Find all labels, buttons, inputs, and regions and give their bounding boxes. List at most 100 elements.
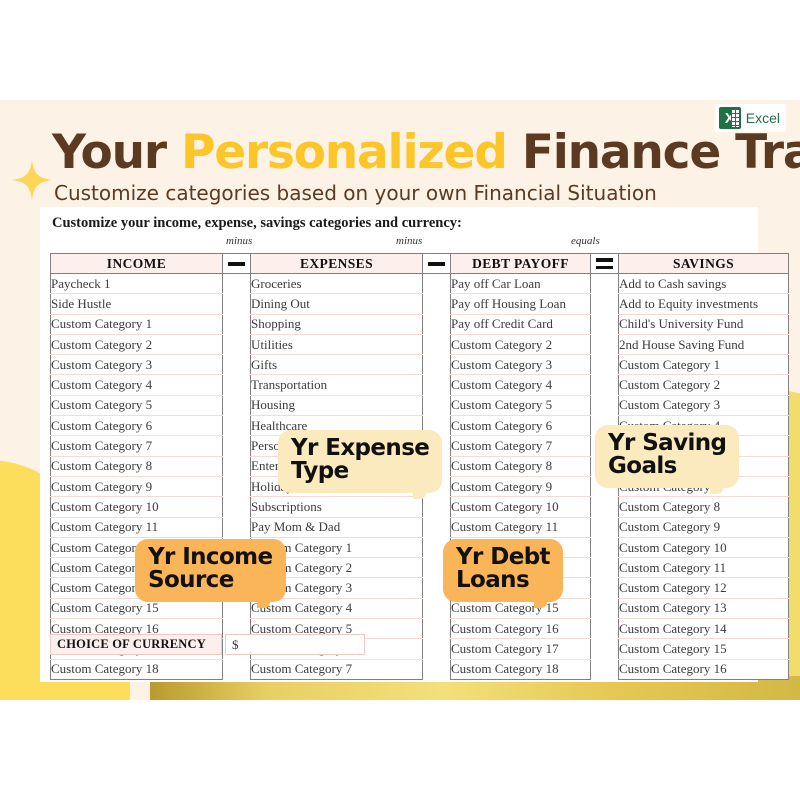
cell-savings[interactable]: Custom Category 9 — [618, 517, 789, 538]
cell-expenses[interactable]: Housing — [250, 395, 423, 417]
cell-debt_payoff[interactable]: Custom Category 7 — [450, 435, 591, 457]
cell-savings[interactable]: Add to Cash savings — [618, 273, 789, 295]
gutter-cell — [422, 395, 451, 416]
cell-income[interactable]: Custom Category 7 — [50, 435, 223, 457]
cell-expenses[interactable]: Gifts — [250, 354, 423, 376]
cell-savings[interactable]: Custom Category 13 — [618, 598, 789, 620]
gutter-cell — [590, 577, 619, 599]
cell-debt_payoff[interactable]: Custom Category 16 — [450, 618, 591, 640]
equals-icon — [596, 258, 613, 270]
table-row: Custom Category 1 Shopping Pay off Credit … — [50, 314, 789, 335]
gutter-cell — [590, 334, 619, 355]
table-row: Custom Category 18 Custom Category 7 Custo… — [50, 659, 789, 680]
annotation-line-1: Yr Saving — [608, 430, 727, 456]
cell-debt_payoff[interactable]: Custom Category 3 — [450, 354, 591, 376]
cell-debt_payoff[interactable]: Custom Category 6 — [450, 415, 591, 437]
cell-income[interactable]: Paycheck 1 — [50, 273, 223, 295]
annotation-line-1: Yr Debt — [456, 544, 551, 570]
cell-debt_payoff[interactable]: Custom Category 8 — [450, 456, 591, 477]
cell-debt_payoff[interactable]: Custom Category 17 — [450, 638, 591, 660]
gutter-cell — [590, 395, 619, 416]
cell-expenses[interactable]: Shopping — [250, 314, 423, 335]
title-highlight: Personalized — [181, 125, 508, 180]
gutter-cell — [222, 395, 251, 416]
cell-income[interactable]: Custom Category 5 — [50, 395, 223, 417]
excel-label: Excel — [745, 110, 780, 126]
gutter-cell — [590, 659, 619, 680]
gutter-cell — [422, 374, 451, 396]
cell-savings[interactable]: Custom Category 1 — [618, 354, 789, 376]
cell-savings[interactable]: Child's University Fund — [618, 314, 789, 335]
cell-income[interactable]: Custom Category 11 — [50, 517, 223, 538]
operator-label-minus-1: minus — [226, 235, 253, 247]
cell-debt_payoff[interactable]: Pay off Credit Card — [450, 314, 591, 335]
cell-income[interactable]: Custom Category 6 — [50, 415, 223, 437]
title-part-2: Finance Tracker — [521, 125, 800, 180]
cell-income[interactable]: Custom Category 2 — [50, 334, 223, 356]
cell-savings[interactable]: Custom Category 16 — [618, 659, 789, 680]
cell-income[interactable]: Custom Category 8 — [50, 456, 223, 477]
cell-expenses[interactable]: Pay Mom & Dad — [250, 517, 423, 538]
cell-debt_payoff[interactable]: Custom Category 2 — [450, 334, 591, 356]
cell-debt_payoff[interactable]: Custom Category 9 — [450, 476, 591, 498]
cell-debt_payoff[interactable]: Custom Category 5 — [450, 395, 591, 417]
sparkle-icon — [10, 158, 54, 202]
cell-savings[interactable]: Custom Category 10 — [618, 537, 789, 559]
cell-income[interactable]: Custom Category 4 — [50, 374, 223, 396]
column-header-savings[interactable]: SAVINGS — [618, 253, 789, 274]
gutter-cell — [590, 618, 619, 639]
cell-debt_payoff[interactable]: Custom Category 10 — [450, 496, 591, 518]
cell-savings[interactable]: Custom Category 12 — [618, 577, 789, 599]
annotation-expense-type: Yr Expense Type — [278, 430, 443, 499]
cell-expenses[interactable]: Transportation — [250, 374, 423, 396]
minus-icon — [428, 262, 445, 266]
cell-savings[interactable]: Custom Category 8 — [618, 496, 789, 518]
cell-savings[interactable]: Custom Category 14 — [618, 618, 789, 640]
column-header-income[interactable]: INCOME — [50, 253, 223, 274]
cell-debt_payoff[interactable]: Custom Category 18 — [450, 659, 591, 680]
cell-income[interactable]: Side Hustle — [50, 293, 223, 315]
currency-row: CHOICE OF CURRENCY $ — [50, 634, 450, 656]
gutter-cell — [422, 293, 451, 315]
cell-debt_payoff[interactable]: Pay off Car Loan — [450, 273, 591, 295]
cell-debt_payoff[interactable]: Custom Category 4 — [450, 374, 591, 396]
cell-savings[interactable]: Add to Equity investments — [618, 293, 789, 315]
gutter-cell — [590, 557, 619, 578]
poster-canvas: ManjaSheets X Excel Your Personalized Fi… — [0, 0, 800, 800]
cell-debt_payoff[interactable]: Custom Category 11 — [450, 517, 591, 538]
cell-expenses[interactable]: Dining Out — [250, 293, 423, 315]
operator-cell-minus-1 — [222, 253, 251, 274]
gutter-cell — [222, 435, 251, 457]
gutter-cell — [422, 334, 451, 355]
gutter-cell — [590, 273, 619, 294]
currency-input[interactable]: $ — [225, 634, 365, 655]
gutter-cell — [222, 273, 251, 294]
cell-expenses[interactable]: Utilities — [250, 334, 423, 356]
cell-income[interactable]: Custom Category 10 — [50, 496, 223, 518]
cell-expenses[interactable]: Subscriptions — [250, 496, 423, 518]
operator-cell-minus-2 — [422, 253, 451, 274]
gutter-cell — [422, 598, 451, 619]
cell-income[interactable]: Custom Category 9 — [50, 476, 223, 498]
cell-expenses[interactable]: Groceries — [250, 273, 423, 295]
gutter-cell — [590, 517, 619, 538]
cell-debt_payoff[interactable]: Pay off Housing Loan — [450, 293, 591, 315]
gutter-cell — [590, 314, 619, 335]
cell-savings[interactable]: Custom Category 15 — [618, 638, 789, 660]
cell-income[interactable]: Custom Category 3 — [50, 354, 223, 376]
cell-savings[interactable]: 2nd House Saving Fund — [618, 334, 789, 356]
gutter-cell — [222, 354, 251, 375]
gutter-cell — [222, 314, 251, 335]
cell-savings[interactable]: Custom Category 11 — [618, 557, 789, 579]
minus-icon — [228, 262, 245, 266]
column-header-debt-payoff[interactable]: DEBT PAYOFF — [450, 253, 591, 274]
cell-savings[interactable]: Custom Category 2 — [618, 374, 789, 396]
column-header-expenses[interactable]: EXPENSES — [250, 253, 423, 274]
gutter-cell — [422, 496, 451, 518]
annotation-saving-goals: Yr Saving Goals — [595, 425, 740, 494]
cell-savings[interactable]: Custom Category 3 — [618, 395, 789, 417]
table-row: Custom Category 2 Utilities Custom Categor… — [50, 334, 789, 356]
cell-income[interactable]: Custom Category 1 — [50, 314, 223, 335]
cell-expenses[interactable]: Custom Category 7 — [250, 659, 423, 680]
cell-income[interactable]: Custom Category 18 — [50, 659, 223, 680]
